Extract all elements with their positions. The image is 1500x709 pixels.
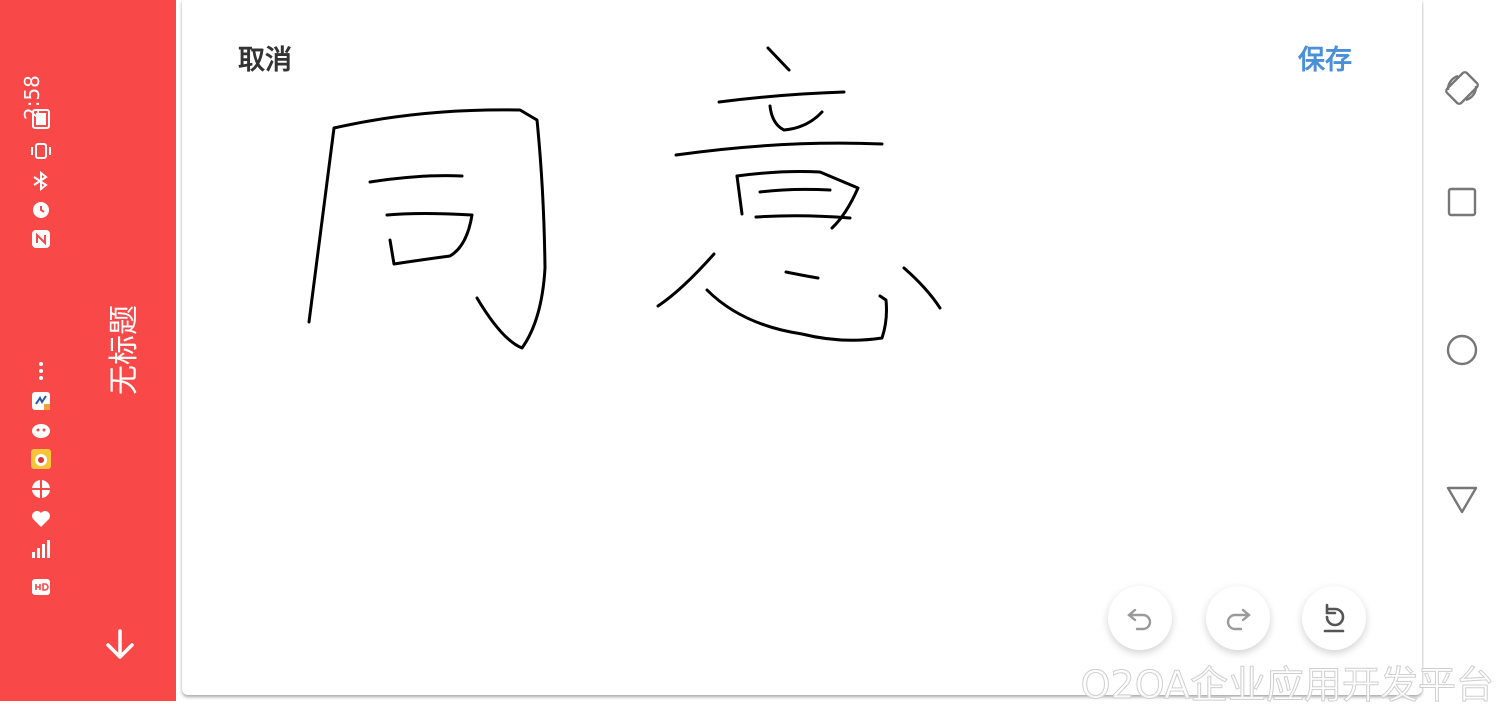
signal-icon — [32, 540, 50, 558]
reset-button[interactable] — [1302, 586, 1366, 650]
redo-icon — [1226, 608, 1251, 631]
undo-button[interactable] — [1108, 586, 1172, 650]
home-icon[interactable] — [1442, 330, 1482, 370]
nfc-icon — [32, 230, 50, 248]
app-bar: 2:58 无标题 — [0, 0, 176, 701]
weibo-notification-icon — [31, 449, 51, 469]
arrow-down-icon[interactable] — [100, 625, 140, 665]
save-button[interactable]: 保存 — [1298, 38, 1352, 77]
status-bar: 2:58 — [20, 30, 62, 610]
undo-icon — [1127, 608, 1152, 631]
more-dots-icon — [39, 362, 43, 380]
vibrate-icon — [31, 143, 51, 159]
system-nav-bar — [1424, 0, 1500, 701]
page-title: 无标题 — [107, 305, 142, 395]
bluetooth-icon — [33, 170, 48, 192]
app-notification-icon — [32, 392, 50, 410]
reset-icon — [1323, 603, 1345, 633]
health-notification-icon — [32, 511, 50, 527]
redo-button[interactable] — [1206, 586, 1270, 650]
back-icon[interactable] — [1442, 480, 1482, 520]
alarm-icon — [33, 202, 49, 218]
rotate-icon[interactable] — [1442, 68, 1482, 108]
browser-notification-icon — [32, 480, 50, 498]
signature-sheet: 取消 保存 — [182, 0, 1422, 695]
hd-icon — [32, 579, 50, 595]
recents-icon[interactable] — [1442, 182, 1482, 222]
chat-notification-icon — [32, 424, 50, 438]
battery-icon — [32, 109, 50, 129]
cancel-button[interactable]: 取消 — [238, 38, 292, 77]
